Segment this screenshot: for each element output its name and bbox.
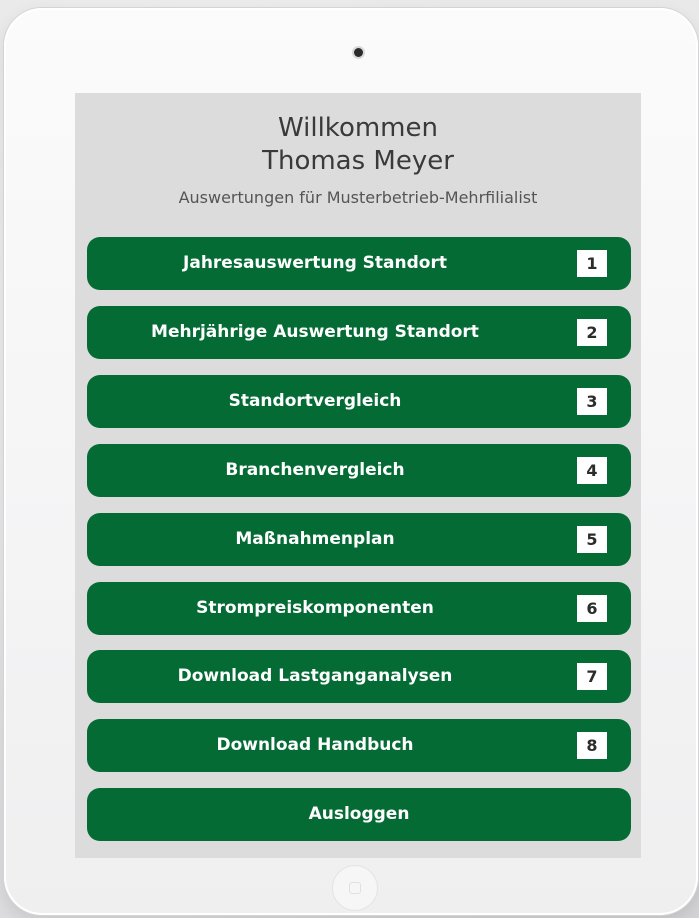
menu-button-massnahmenplan[interactable]: Maßnahmenplan 5	[87, 513, 631, 566]
menu-button-download-lastganganalysen[interactable]: Download Lastganganalysen 7	[87, 650, 631, 703]
menu-button-label: Strompreiskomponenten	[196, 598, 434, 618]
number-badge: 2	[577, 319, 607, 346]
menu-button-label: Jahresauswertung Standort	[183, 253, 447, 273]
number-badge: 6	[577, 595, 607, 622]
menu-button-label: Maßnahmenplan	[235, 529, 395, 549]
number-badge: 1	[577, 250, 607, 277]
menu-button-label: Mehrjährige Auswertung Standort	[151, 322, 479, 342]
home-square-icon	[349, 882, 361, 894]
menu-button-branchenvergleich[interactable]: Branchenvergleich 4	[87, 444, 631, 497]
number-badge: 8	[577, 732, 607, 759]
logout-button[interactable]: Ausloggen	[87, 788, 631, 841]
menu-button-mehrjaehrige-auswertung[interactable]: Mehrjährige Auswertung Standort 2	[87, 306, 631, 359]
logout-button-label: Ausloggen	[308, 804, 410, 824]
user-name: Thomas Meyer	[262, 146, 454, 176]
number-badge: 7	[577, 663, 607, 690]
page-subtitle: Auswertungen für Musterbetrieb-Mehrfilia…	[178, 188, 538, 207]
menu-button-strompreiskomponenten[interactable]: Strompreiskomponenten 6	[87, 582, 631, 635]
menu-button-label: Download Handbuch	[216, 735, 414, 755]
number-badge: 5	[577, 526, 607, 553]
app-screen: Willkommen Thomas Meyer Auswertungen für…	[75, 93, 641, 858]
number-badge: 4	[577, 457, 607, 484]
home-button-icon[interactable]	[332, 865, 378, 911]
menu-button-standortvergleich[interactable]: Standortvergleich 3	[87, 375, 631, 428]
menu-button-label: Standortvergleich	[228, 391, 402, 411]
menu-button-jahresauswertung[interactable]: Jahresauswertung Standort 1	[87, 237, 631, 290]
welcome-heading: Willkommen	[278, 113, 438, 143]
camera-icon	[354, 48, 363, 57]
number-badge: 3	[577, 388, 607, 415]
menu-button-label: Branchenvergleich	[225, 460, 405, 480]
tablet-frame: Willkommen Thomas Meyer Auswertungen für…	[4, 8, 698, 915]
menu-button-download-handbuch[interactable]: Download Handbuch 8	[87, 719, 631, 772]
menu-button-label: Download Lastganganalysen	[177, 666, 453, 686]
